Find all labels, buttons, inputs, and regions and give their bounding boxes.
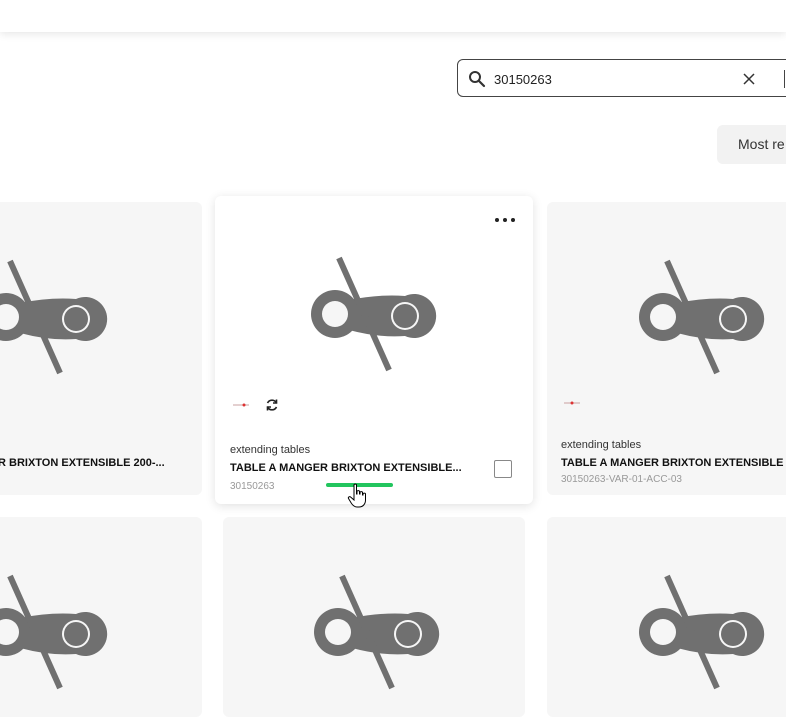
image-unavailable-icon bbox=[312, 574, 442, 694]
image-unavailable-icon bbox=[0, 574, 110, 694]
more-horizontal-icon bbox=[495, 218, 499, 222]
search-box[interactable] bbox=[457, 59, 786, 97]
more-options-button[interactable] bbox=[495, 214, 515, 226]
variant-thumbnail[interactable] bbox=[233, 402, 249, 408]
hand-cursor-icon bbox=[347, 483, 366, 508]
variant-thumbnail[interactable] bbox=[564, 400, 580, 406]
image-unavailable-icon bbox=[0, 259, 110, 379]
search-icon bbox=[469, 71, 486, 88]
product-card[interactable]: extending tables TABLE A MANGER BRIXTON … bbox=[215, 196, 533, 504]
search-input[interactable] bbox=[492, 66, 726, 92]
image-unavailable-icon bbox=[637, 574, 767, 694]
product-card[interactable] bbox=[547, 517, 786, 717]
product-card[interactable] bbox=[0, 517, 202, 717]
product-category: extending tables bbox=[561, 439, 642, 451]
product-sku: 30150263-VAR-01-ACC-03 bbox=[561, 474, 682, 485]
search-divider bbox=[784, 70, 785, 88]
product-card[interactable]: extending tables TABLE A MANGER BRIXTON … bbox=[547, 202, 786, 495]
image-unavailable-icon bbox=[309, 256, 439, 376]
sync-icon[interactable] bbox=[265, 398, 279, 412]
product-card[interactable]: R BRIXTON EXTENSIBLE 200-... bbox=[0, 202, 202, 495]
top-bar bbox=[0, 0, 786, 32]
close-icon[interactable] bbox=[742, 72, 756, 86]
image-unavailable-icon bbox=[637, 259, 767, 379]
product-title[interactable]: R BRIXTON EXTENSIBLE 200-... bbox=[0, 457, 198, 469]
select-checkbox[interactable] bbox=[494, 460, 512, 478]
sort-dropdown[interactable]: Most re bbox=[717, 125, 786, 164]
product-title[interactable]: TABLE A MANGER BRIXTON EXTENSIBLE 20 bbox=[561, 457, 786, 469]
product-title[interactable]: TABLE A MANGER BRIXTON EXTENSIBLE... bbox=[230, 462, 465, 474]
product-sku: 30150263 bbox=[230, 481, 275, 492]
product-category: extending tables bbox=[230, 444, 311, 456]
product-card[interactable] bbox=[223, 517, 525, 717]
